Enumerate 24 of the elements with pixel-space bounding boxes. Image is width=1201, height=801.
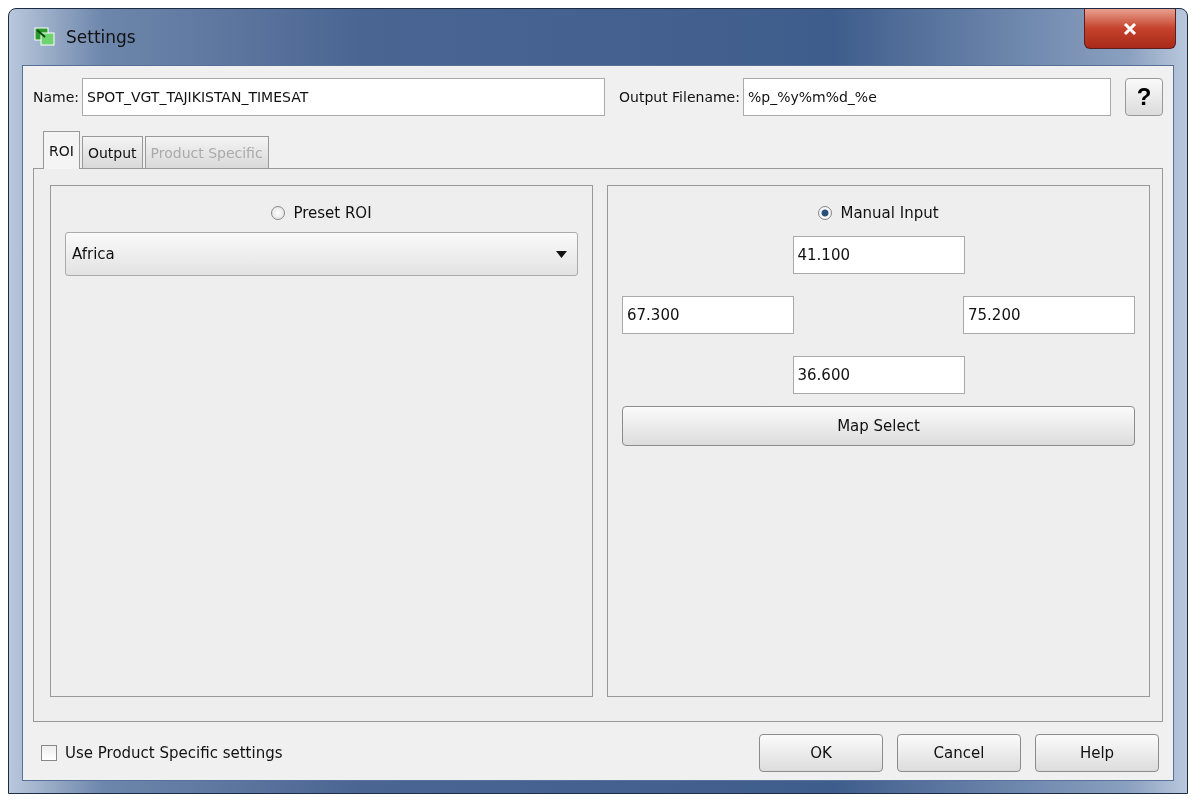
app-icon: [34, 27, 56, 47]
tab[interactable]: Output: [81, 136, 143, 168]
close-button[interactable]: [1084, 9, 1176, 49]
radio-button[interactable]: Manual Input: [818, 204, 939, 222]
checkbox-option[interactable]: Use Product Specific settings: [33, 744, 283, 762]
caret-icon: [556, 250, 567, 258]
field-label: Output Filename:: [619, 89, 740, 105]
dialog-button[interactable]: Help: [1035, 734, 1159, 772]
coordinate-field[interactable]: 75.200: [963, 296, 1135, 334]
window-title: Settings: [66, 27, 136, 47]
close-icon: [1123, 22, 1137, 35]
dialog-button[interactable]: OK: [759, 734, 883, 772]
coordinate-field[interactable]: 36.600: [792, 356, 965, 394]
coordinate-field[interactable]: 41.100: [792, 236, 965, 274]
output-filename-field[interactable]: %p_%y%m%d_%e: [742, 78, 1111, 116]
name-field[interactable]: SPOT_VGT_TAJIKISTAN_TIMESAT: [82, 78, 605, 116]
tab[interactable]: ROI: [43, 131, 80, 169]
radio-button[interactable]: Preset ROI: [271, 204, 372, 222]
help-button[interactable]: ?: [1125, 78, 1163, 116]
dialog-button[interactable]: Cancel: [897, 734, 1021, 772]
field-label: Name:: [33, 89, 80, 105]
coordinate-field[interactable]: 67.300: [622, 296, 794, 334]
region-dropdown[interactable]: Africa: [65, 232, 578, 276]
map-select-button[interactable]: Map Select: [622, 406, 1135, 446]
